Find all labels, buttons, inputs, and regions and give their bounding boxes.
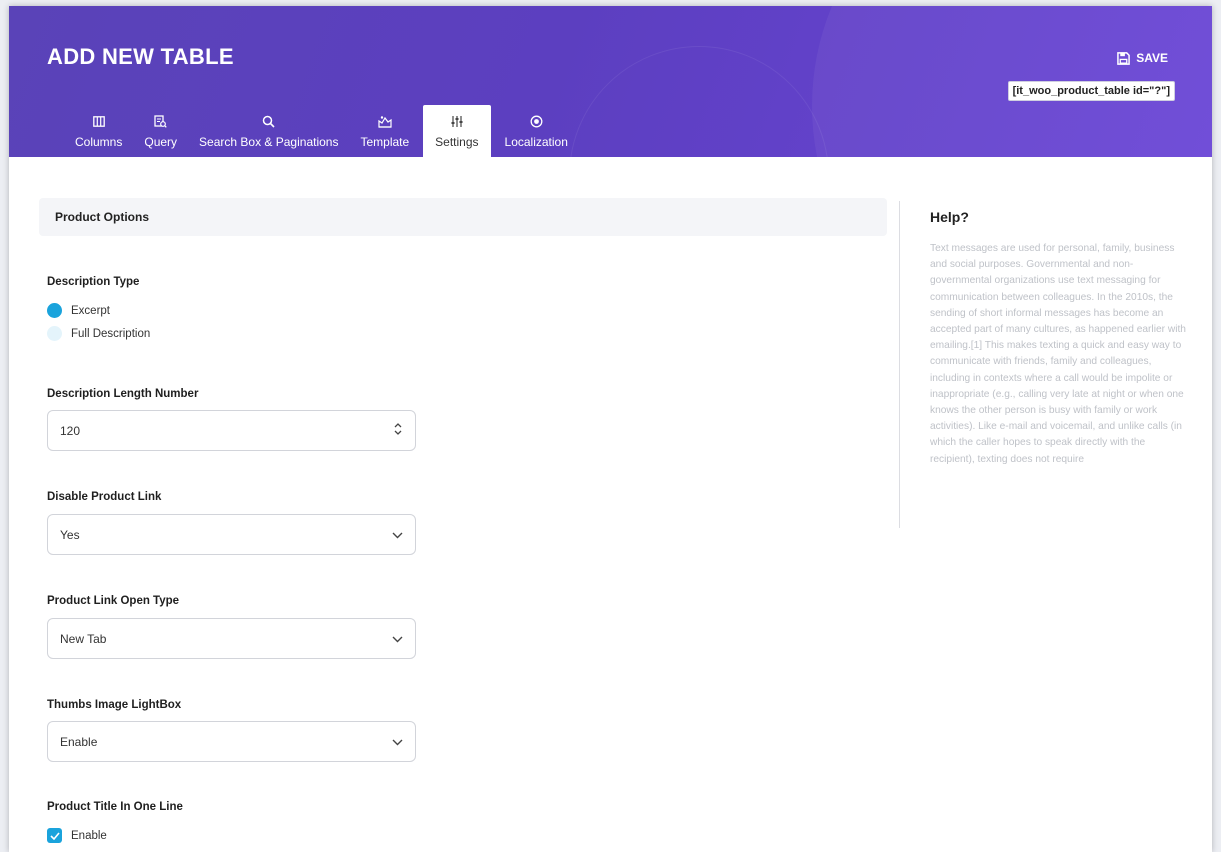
help-text: Text messages are used for personal, fam… [930,243,1186,465]
radio-label: Full Description [71,327,151,340]
radio-full-description[interactable]: Full Description [47,326,150,341]
floppy-disk-icon [1117,51,1131,65]
app-window: ADD NEW TABLE SAVE [it_woo_product_table… [9,6,1212,852]
sliders-icon [450,113,464,129]
tab-bar: Columns Query Search Box & Paginations T… [67,105,582,157]
stepper-value: 120 [60,423,81,438]
select-value: New Tab [60,631,107,646]
tab-search-box-paginations[interactable]: Search Box & Paginations [191,105,346,157]
checkbox-label: Enable [71,829,107,842]
shortcode-field[interactable]: [it_woo_product_table id="?"] [1007,81,1175,101]
tab-label: Columns [75,135,123,149]
template-icon [378,113,392,129]
radio-selected-indicator [47,303,62,318]
radio-excerpt[interactable]: Excerpt [47,303,110,318]
radio-unselected-indicator [47,326,62,341]
tab-settings[interactable]: Settings [423,105,491,157]
stepper-arrows-icon[interactable] [393,422,403,439]
help-title: Help? [930,209,969,225]
chevron-down-icon [392,632,403,646]
checkmark-icon [47,828,62,843]
tab-label: Settings [435,135,479,149]
save-label: SAVE [1136,51,1168,65]
disable-product-link-label: Disable Product Link [47,491,162,503]
page-title: ADD NEW TABLE [47,44,234,69]
tab-label: Search Box & Paginations [199,135,339,149]
settings-content: Product Options Description Type Excerpt… [9,157,1212,852]
chevron-down-icon [392,528,403,542]
product-link-open-type-label: Product Link Open Type [47,595,180,607]
query-icon [154,113,167,129]
radio-label: Excerpt [71,304,110,317]
product-link-open-type-select[interactable]: New Tab [47,618,416,659]
select-value: Enable [60,734,98,749]
columns-icon [92,113,105,129]
title-one-line-label: Product Title In One Line [47,801,183,813]
description-length-label: Description Length Number [47,388,199,400]
tab-label: Localization [504,135,568,149]
search-icon [262,113,275,129]
chevron-down-icon [392,735,403,749]
tab-label: Template [360,135,410,149]
header-decoration [569,46,829,157]
thumbs-lightbox-select[interactable]: Enable [47,721,416,762]
thumbs-lightbox-label: Thumbs Image LightBox [47,699,182,711]
disable-product-link-select[interactable]: Yes [47,514,416,555]
tab-label: Query [144,135,178,149]
tab-columns[interactable]: Columns [67,105,130,157]
section-title: Product Options [39,198,887,236]
description-length-stepper[interactable]: 120 [47,410,416,451]
target-icon [530,113,543,129]
header-bar: ADD NEW TABLE SAVE [it_woo_product_table… [9,6,1212,157]
title-one-line-checkbox[interactable]: Enable [47,828,107,843]
tab-localization[interactable]: Localization [497,105,576,157]
tab-template[interactable]: Template [352,105,417,157]
tab-query[interactable]: Query [136,105,185,157]
help-panel: Help? Text messages are used for persona… [899,201,1189,528]
save-button[interactable]: SAVE [1117,51,1168,65]
description-type-label: Description Type [47,276,140,288]
select-value: Yes [60,527,80,542]
